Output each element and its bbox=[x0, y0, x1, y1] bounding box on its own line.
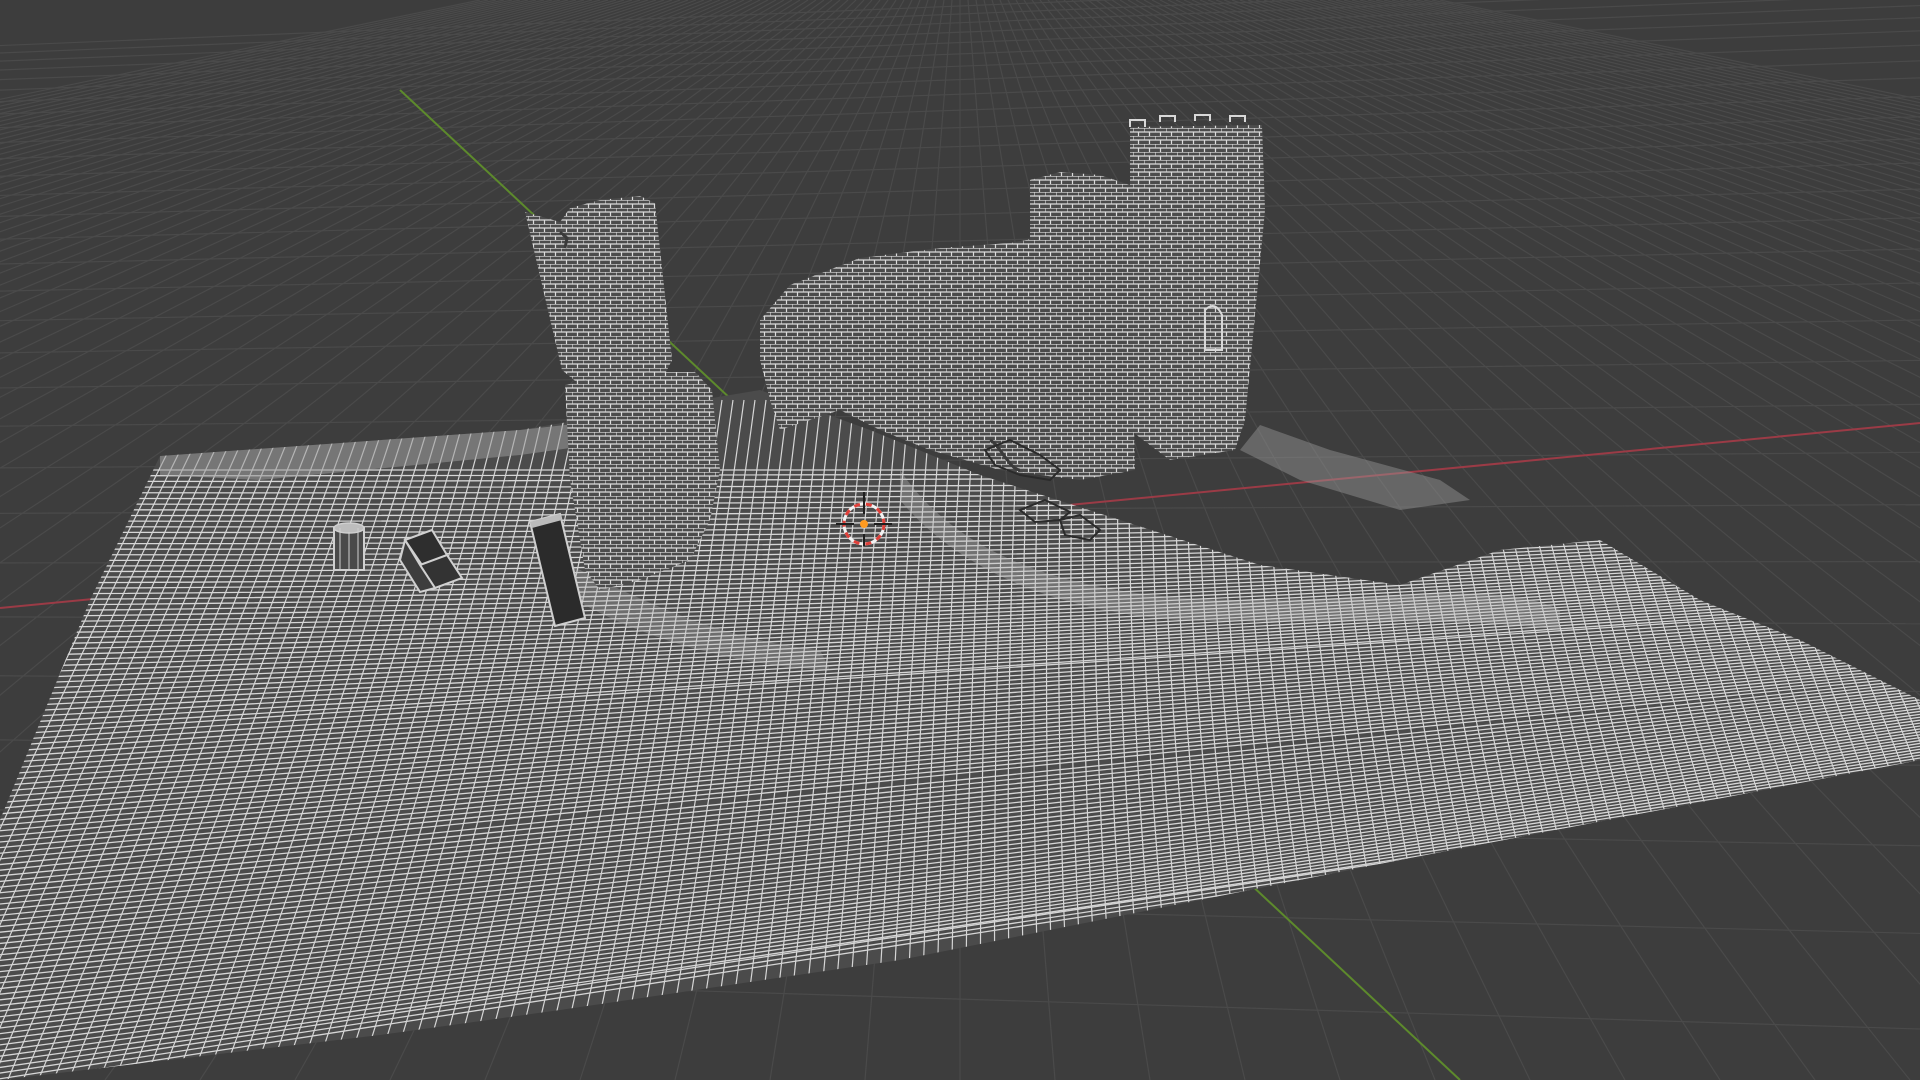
viewport-canvas[interactable] bbox=[0, 0, 1920, 1080]
small-cylinder[interactable] bbox=[333, 522, 365, 571]
3d-viewport[interactable] bbox=[0, 0, 1920, 1080]
object-origin-dot bbox=[860, 520, 868, 528]
